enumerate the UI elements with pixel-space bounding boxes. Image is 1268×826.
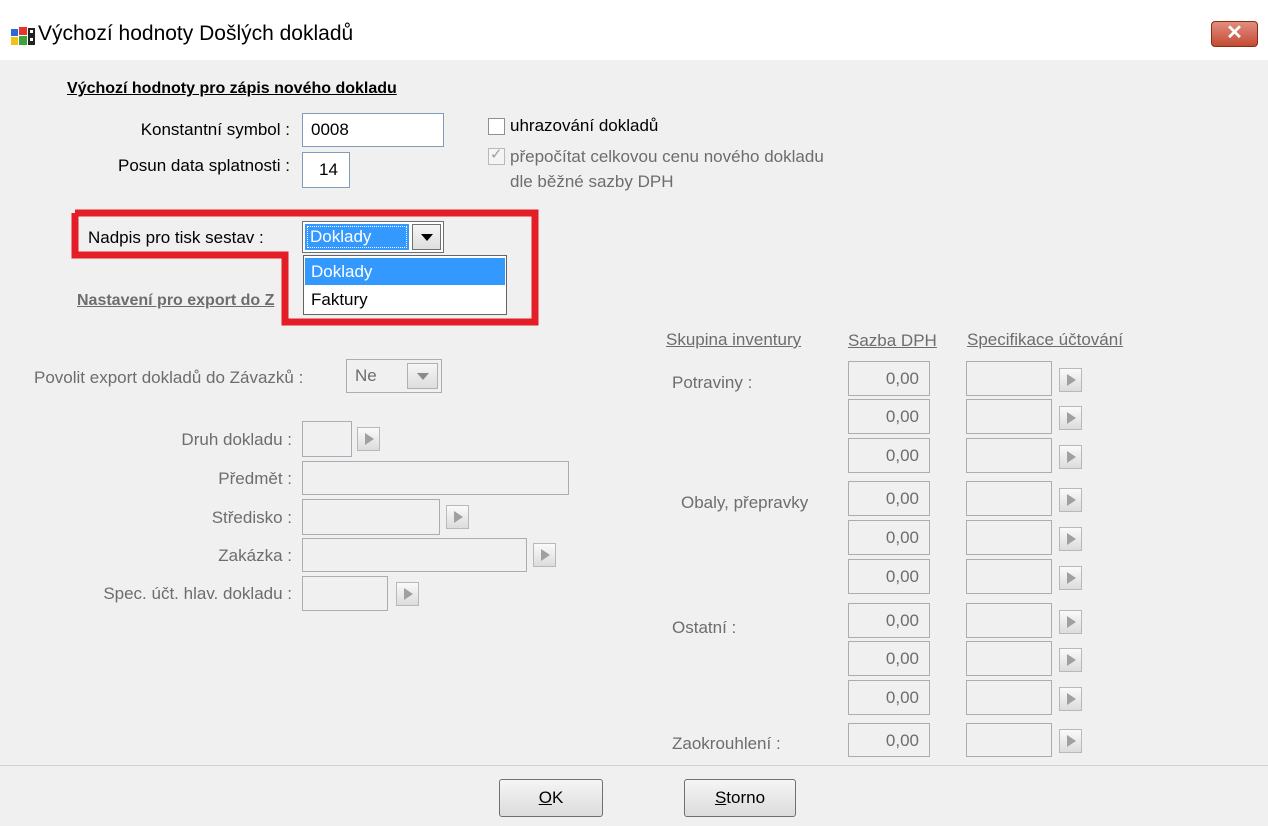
druh-label: Druh dokladu : [181,430,292,449]
zaokrouhleni-spec-button[interactable] [1059,729,1082,753]
spec-uctovani-button[interactable] [1059,527,1082,551]
posun-value: 14 [319,160,338,179]
sazba-input[interactable]: 0,00 [848,680,930,715]
nadpis-selected-value: Doklady [305,224,409,250]
ok-label-rest: K [551,788,564,807]
spec-input[interactable] [302,576,388,611]
stredisko-select-button[interactable] [446,505,469,529]
zaokrouhleni-label: Zaokrouhlení : [672,734,781,753]
new-document-heading: Výchozí hodnoty pro zápis nového dokladu [67,80,397,97]
konstantni-symbol-value: 0008 [311,120,349,139]
spec-uctovani-button[interactable] [1059,648,1082,672]
col-spec-header: Specifikace účtování [967,330,1123,349]
close-icon: ✕ [1226,22,1243,44]
prepocitat-label-line2: dle běžné sazby DPH [510,172,674,191]
group-label-ostatni: Ostatní : [672,618,737,637]
group-label-potraviny: Potraviny : [672,373,753,392]
spec-uctovani-button[interactable] [1059,488,1082,512]
spec-uctovani-button[interactable] [1059,687,1082,711]
stredisko-label: Středisko : [211,508,292,527]
uhrazovani-label: uhrazování dokladů [510,116,659,135]
spec-uctovani-input[interactable] [966,641,1052,676]
povolit-value: Ne [355,366,377,385]
col-sazba-header: Sazba DPH [848,331,937,350]
predmet-label: Předmět : [218,469,292,488]
sazba-input[interactable]: 0,00 [848,438,930,473]
konstantni-symbol-label: Konstantní symbol : [140,120,290,139]
povolit-combo[interactable]: Ne [346,359,442,393]
nadpis-combo[interactable]: Doklady [302,221,444,253]
spec-select-button[interactable] [396,582,419,606]
povolit-dropdown-button[interactable] [407,363,438,389]
spec-label: Spec. účt. hlav. dokladu : [103,584,292,603]
stredisko-input[interactable] [302,499,440,535]
predmet-input[interactable] [302,461,569,495]
sazba-input[interactable]: 0,00 [848,399,930,434]
zakazka-select-button[interactable] [533,543,556,567]
spec-uctovani-input[interactable] [966,481,1052,516]
prepocitat-checkbox[interactable]: ✓ [488,146,505,165]
dropdown-option-faktury[interactable]: Faktury [305,286,505,313]
sazba-input[interactable]: 0,00 [848,559,930,594]
spec-uctovani-input[interactable] [966,559,1052,594]
zakazka-input[interactable] [302,538,527,572]
close-button[interactable]: ✕ [1211,21,1258,47]
storno-mnemonic: S [714,788,727,807]
spec-uctovani-input[interactable] [966,680,1052,715]
sazba-input[interactable]: 0,00 [848,361,930,396]
spec-uctovani-button[interactable] [1059,368,1082,392]
spec-uctovani-button[interactable] [1059,406,1082,430]
storno-button[interactable]: Storno [684,779,796,817]
spec-uctovani-input[interactable] [966,361,1052,396]
nadpis-dropdown-list: Doklady Faktury [303,255,507,315]
konstantni-symbol-input[interactable]: 0008 [302,113,444,147]
group-label-obaly: Obaly, přepravky [681,493,809,512]
posun-label: Posun data splatnosti : [117,156,290,175]
zaokrouhleni-spec-input[interactable] [966,723,1052,757]
zakazka-label: Zakázka : [218,546,292,565]
sazba-input[interactable]: 0,00 [848,641,930,676]
ok-mnemonic: O [538,788,552,807]
spec-uctovani-input[interactable] [966,520,1052,555]
dropdown-option-doklady[interactable]: Doklady [305,258,505,285]
spec-uctovani-input[interactable] [966,438,1052,473]
posun-input[interactable]: 14 [302,152,350,188]
export-heading: Nastavení pro export do Z [77,292,275,309]
dialog-window: Výchozí hodnoty Došlých dokladů ✕ Výchoz… [0,0,1268,826]
spec-uctovani-input[interactable] [966,603,1052,638]
app-icon [11,27,35,45]
sazba-input[interactable]: 0,00 [848,520,930,555]
spec-uctovani-button[interactable] [1059,445,1082,469]
uhrazovani-checkbox[interactable] [488,118,505,135]
druh-input[interactable] [302,421,352,457]
sazba-input[interactable]: 0,00 [848,603,930,638]
window-title: Výchozí hodnoty Došlých dokladů [38,22,354,45]
zaokrouhleni-input[interactable]: 0,00 [848,723,930,757]
spec-uctovani-button[interactable] [1059,610,1082,634]
druh-select-button[interactable] [357,427,380,451]
prepocitat-label-line1: přepočítat celkovou cenu nového dokladu [510,147,824,166]
sazba-input[interactable]: 0,00 [848,481,930,516]
spec-uctovani-input[interactable] [966,399,1052,434]
col-skupina-header: Skupina inventury [666,330,802,349]
nadpis-label: Nadpis pro tisk sestav : [88,228,264,247]
check-icon: ✓ [490,146,503,163]
povolit-label: Povolit export dokladů do Závazků : [34,368,304,387]
spec-uctovani-button[interactable] [1059,566,1082,590]
ok-button[interactable]: OK [499,779,603,817]
footer-divider [0,765,1268,766]
storno-label-rest: torno [726,788,766,807]
title-bar: Výchozí hodnoty Došlých dokladů ✕ [0,0,1268,60]
nadpis-dropdown-button[interactable] [412,224,441,250]
